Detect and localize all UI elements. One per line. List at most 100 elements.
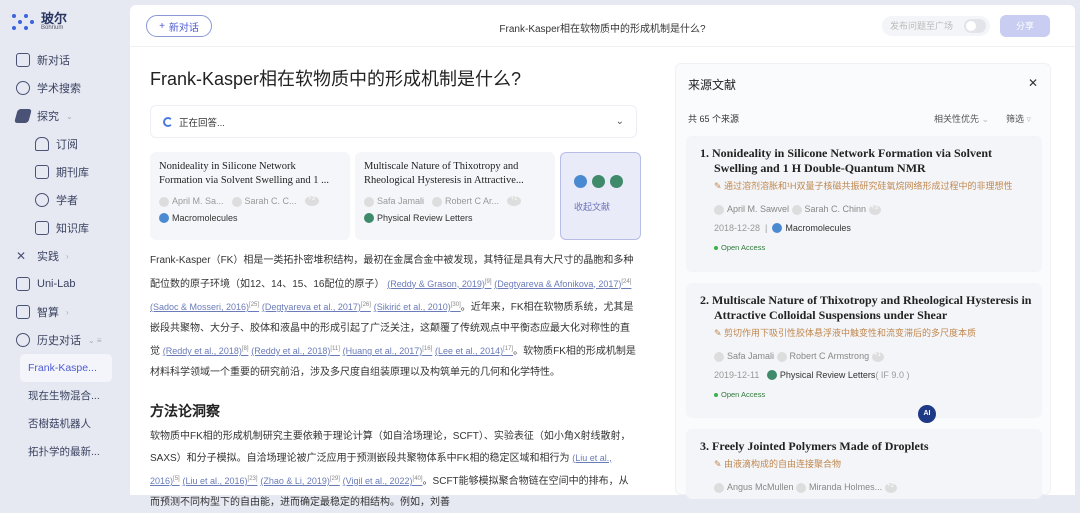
source-authors: Safa Jamali Robert C Armstrong +1: [700, 351, 1032, 362]
close-icon[interactable]: ✕: [1028, 76, 1038, 90]
author: April M. Sa...: [159, 196, 224, 207]
filter-icon: ▿: [1026, 114, 1032, 124]
citation-link[interactable]: (Reddy et al., 2018)[11]: [251, 346, 340, 356]
sidebar-item-practice[interactable]: ✕ 实践 ›: [8, 242, 122, 270]
reference-card[interactable]: Nonideality in Silicone Network Formatio…: [150, 152, 350, 240]
translate-icon: ✎: [714, 328, 725, 338]
source-count: 共 65 个来源: [688, 114, 740, 124]
ai-assistant-button[interactable]: AI: [918, 405, 936, 423]
status-text: 正在回答...: [179, 117, 225, 129]
source-translation: ✎ 剪切作用下吸引性胶体悬浮液中触变性和流变滞后的多尺度本质: [714, 328, 977, 338]
edit-icon: [16, 53, 30, 67]
source-authors: Angus McMullen Miranda Holmes... +2: [700, 482, 1032, 493]
publish-toggle[interactable]: 发布问题至广场: [882, 16, 990, 36]
sidebar-item-new-chat[interactable]: 新对话: [8, 46, 122, 74]
more-authors-badge: +3: [304, 196, 319, 207]
chevron-right-icon: ›: [66, 251, 69, 261]
collapse-references-button[interactable]: 收起文献: [560, 152, 641, 240]
journal-icons: [574, 175, 640, 188]
author: Robert C Ar...: [432, 196, 499, 207]
citation-link[interactable]: (Degtyareva & Afonikova, 2017)[24]: [494, 279, 631, 289]
source-title[interactable]: 3. Freely Jointed Polymers Made of Dropl…: [700, 439, 1032, 454]
logo-icon: [12, 12, 36, 32]
search-icon: [16, 81, 30, 95]
sort-dropdown[interactable]: 相关性优先 ⌄: [934, 112, 989, 125]
label: 实践: [37, 251, 59, 263]
open-access-badge: Open Access: [700, 243, 1032, 252]
logo-text: 玻尔: [41, 11, 68, 26]
journal-icon: [364, 212, 374, 223]
journal-icon: [159, 212, 169, 223]
explore-icon: [14, 109, 32, 123]
answer-status[interactable]: 正在回答... ⌄: [150, 105, 637, 138]
source-title[interactable]: 2. Multiscale Nature of Thixotropy and R…: [700, 293, 1032, 323]
section-heading: 方法论洞察: [150, 403, 220, 419]
compute-icon: [16, 305, 30, 319]
chevron-down-icon: ⌄: [981, 114, 990, 124]
citation-link[interactable]: (Zhao & Li, 2019)[29]: [260, 476, 340, 486]
sidebar-item-explore[interactable]: 探究 ⌄: [8, 102, 122, 130]
label: 期刊库: [56, 167, 89, 179]
citation-link[interactable]: (Reddy et al., 2018)[8]: [163, 346, 249, 356]
sources-panel: 来源文献 ✕ 共 65 个来源 相关性优先 ⌄ 筛选 ▿ 1. Nonideal…: [675, 63, 1051, 499]
history-item[interactable]: 否樹菇机器人: [8, 410, 122, 438]
label: 新对话: [37, 55, 70, 67]
sidebar-item-scholars[interactable]: 学者: [8, 186, 122, 214]
menu-icon[interactable]: ⌄ ≡: [88, 336, 102, 345]
source-title[interactable]: 1. Nonideality in Silicone Network Forma…: [700, 146, 1032, 176]
logo[interactable]: 玻尔 Bohrium: [12, 12, 122, 32]
citation-link[interactable]: (Lee et al., 2014)[17]: [435, 346, 513, 356]
reference-card[interactable]: Multiscale Nature of Thixotropy and Rheo…: [355, 152, 555, 240]
citation-link[interactable]: (Huang et al., 2017)[16]: [343, 346, 433, 356]
loading-spinner-icon: [163, 116, 173, 127]
citation-link[interactable]: (Sikirić et al., 2010)[30]: [374, 302, 461, 312]
citation-link[interactable]: (Sadoc & Mosseri, 2016)[25]: [150, 302, 259, 312]
chevron-down-icon[interactable]: ⌄: [616, 116, 624, 127]
sidebar-item-history[interactable]: 历史对话 ⌄ ≡: [8, 326, 122, 354]
knowledge-base-icon: [35, 221, 49, 235]
citation-link[interactable]: (Vigil et al., 2022)[40]: [343, 476, 423, 486]
main-panel: + 新对话 Frank-Kasper相在软物质中的形成机制是什么? 发布问题至广场…: [130, 5, 1075, 508]
label: 探究: [37, 111, 59, 123]
source-item[interactable]: 3. Freely Jointed Polymers Made of Dropl…: [686, 429, 1042, 499]
label: Uni-Lab: [37, 278, 76, 290]
author: Sarah C. C...: [231, 196, 297, 207]
source-meta: 2018-12-28 | Macromolecules: [714, 222, 851, 234]
more-authors-badge: +1: [507, 196, 522, 207]
citation-link[interactable]: (Reddy & Grason, 2019)[9]: [387, 279, 491, 289]
sidebar-item-unilab[interactable]: Uni-Lab: [8, 270, 122, 298]
source-meta: 2019-12-11 Physical Review Letters( IF 9…: [714, 369, 910, 381]
history-item[interactable]: 拓扑学的最新...: [8, 438, 122, 466]
tools-icon: ✕: [16, 249, 27, 263]
source-item[interactable]: 2. Multiscale Nature of Thixotropy and R…: [686, 283, 1042, 418]
source-item[interactable]: 1. Nonideality in Silicone Network Forma…: [686, 136, 1042, 272]
sidebar-item-compute[interactable]: 智算 ›: [8, 298, 122, 326]
journal: Macromolecules: [172, 212, 238, 223]
history-item[interactable]: Frank-Kaspe...: [20, 354, 112, 382]
label: 学者: [56, 195, 78, 207]
question-title: Frank-Kasper相在软物质中的形成机制是什么?: [150, 69, 522, 89]
citation-link[interactable]: (Liu et al., 2016)[23]: [182, 476, 257, 486]
card-title: Multiscale Nature of Thixotropy and Rheo…: [364, 161, 524, 186]
toggle-switch[interactable]: [964, 19, 986, 33]
author: Safa Jamali: [364, 196, 424, 207]
top-bar: + 新对话 Frank-Kasper相在软物质中的形成机制是什么? 发布问题至广场…: [130, 5, 1075, 47]
share-button[interactable]: 分享: [1000, 15, 1050, 37]
answer-paragraph: 软物质中FK相的形成机制研究主要依赖于理论计算（如自洽场理论，SCFT）、实验表…: [150, 431, 631, 508]
label: 智算: [37, 307, 59, 319]
filter-button[interactable]: 筛选 ▿: [1006, 112, 1031, 125]
label: 学术搜索: [37, 83, 81, 95]
label: 收起文献: [574, 202, 611, 212]
sidebar: 玻尔 Bohrium 新对话 学术搜索 探究 ⌄ 订阅 期刊库 学者 知识库 ✕ 实践…: [0, 0, 130, 495]
citation-link[interactable]: (Degtyareva et al., 2017)[26]: [262, 302, 371, 312]
history-item[interactable]: 现在生物混合...: [8, 382, 122, 410]
sidebar-item-subscribe[interactable]: 订阅: [8, 130, 122, 158]
lab-icon: [16, 277, 30, 291]
source-authors: April M. Sawvel Sarah C. Chinn +3: [700, 204, 1032, 215]
sidebar-item-knowledge[interactable]: 知识库: [8, 214, 122, 242]
sidebar-item-journals[interactable]: 期刊库: [8, 158, 122, 186]
graduation-cap-icon: [35, 193, 49, 207]
chevron-right-icon: ›: [66, 307, 69, 317]
source-translation: ✎ 通过溶剂溶胀和¹H双量子核磁共振研究硅氧烷网络形成过程中的非理想性: [714, 181, 1013, 191]
sidebar-item-search[interactable]: 学术搜索: [8, 74, 122, 102]
